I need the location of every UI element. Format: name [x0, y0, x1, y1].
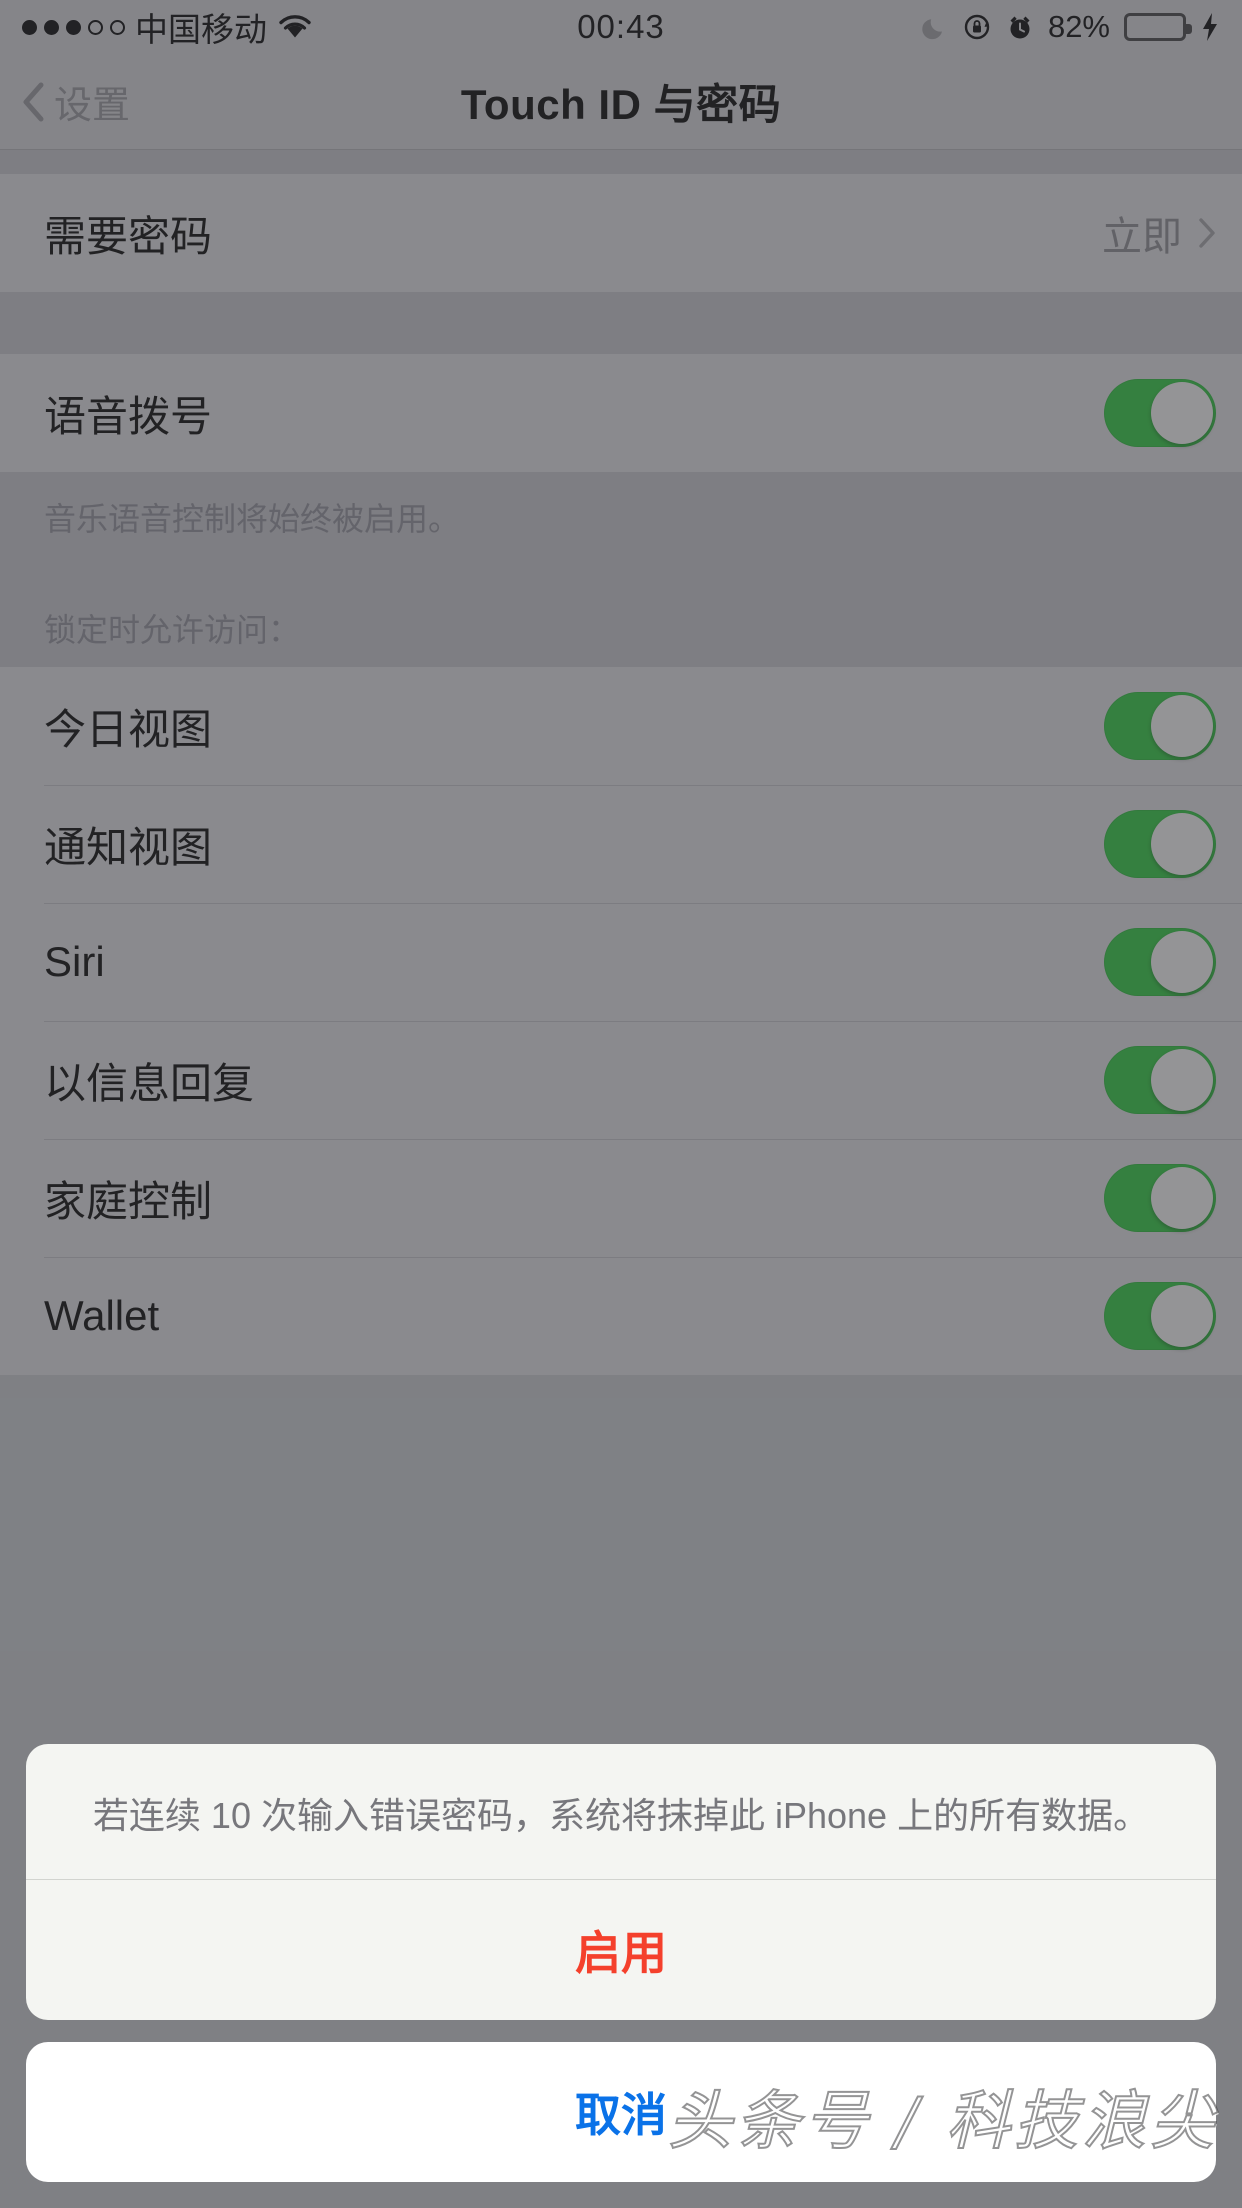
cancel-button[interactable]: 取消	[26, 2042, 1216, 2182]
action-sheet: 若连续 10 次输入错误密码，系统将抹掉此 iPhone 上的所有数据。 启用 …	[26, 1743, 1216, 2182]
action-sheet-message: 若连续 10 次输入错误密码，系统将抹掉此 iPhone 上的所有数据。	[92, 1794, 1150, 1836]
enable-button[interactable]: 启用	[26, 1880, 1216, 2020]
iphone-screen: 中国移动 00:43 82% 设置 Touch ID 与密码 需要密码 立即 语…	[0, 0, 1242, 2208]
action-sheet-panel: 若连续 10 次输入错误密码，系统将抹掉此 iPhone 上的所有数据。 启用	[26, 1743, 1216, 2020]
